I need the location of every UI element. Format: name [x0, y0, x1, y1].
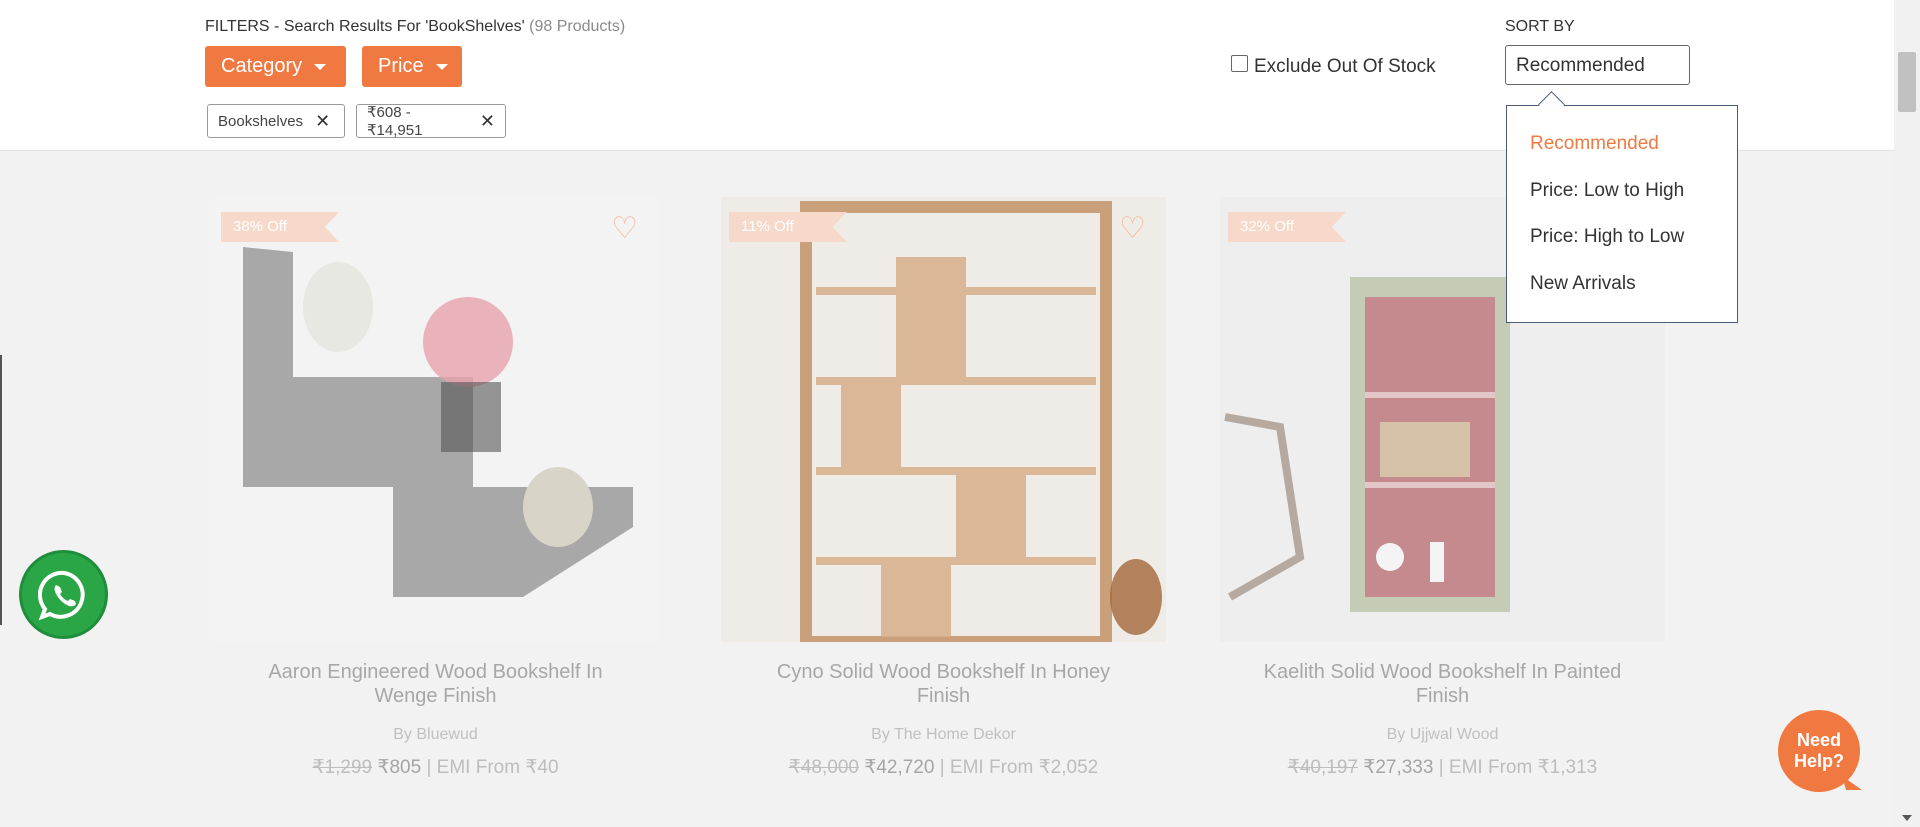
- discount-badge: 38% Off: [221, 212, 339, 242]
- product-name[interactable]: Aaron Engineered Wood Bookshelf In Wenge…: [213, 660, 658, 708]
- product-emi: | EMI From ₹2,052: [939, 757, 1099, 778]
- product-image[interactable]: 38% Off ♡: [213, 197, 658, 642]
- help-bubble-icon: Need Help?: [1794, 730, 1844, 772]
- sort-option-recommended[interactable]: Recommended: [1530, 133, 1659, 155]
- filter-chip-label: ₹608 - ₹14,951: [367, 104, 423, 139]
- need-help-button[interactable]: Need Help?: [1778, 710, 1860, 792]
- heart-icon[interactable]: ♡: [1119, 211, 1146, 246]
- product-price: ₹40,197 ₹27,333 | EMI From ₹1,313: [1220, 756, 1665, 779]
- scrollbar-thumb[interactable]: [1898, 52, 1916, 112]
- caret-down-icon: [435, 63, 448, 70]
- exclude-out-of-stock-label[interactable]: Exclude Out Of Stock: [1254, 56, 1436, 78]
- product-image[interactable]: 11% Off ♡: [721, 197, 1166, 642]
- sort-dropdown-menu: Recommended Price: Low to High Price: Hi…: [1506, 105, 1738, 323]
- exclude-out-of-stock[interactable]: Exclude Out Of Stock: [1231, 54, 1436, 78]
- category-filter-label: Category: [221, 55, 303, 77]
- discount-badge: 11% Off: [729, 212, 847, 242]
- product-mrp: ₹1,299: [312, 757, 373, 778]
- product-emi: | EMI From ₹1,313: [1438, 757, 1598, 778]
- sort-select[interactable]: Recommended: [1505, 45, 1690, 85]
- filter-chip-price: ₹608 - ₹14,951 ✕: [356, 104, 506, 139]
- side-tab-edge: [0, 355, 2, 625]
- whatsapp-icon: [37, 570, 85, 620]
- product-mrp: ₹40,197: [1287, 757, 1358, 778]
- sort-by-label: SORT BY: [1505, 18, 1575, 35]
- sort-option-new-arrivals[interactable]: New Arrivals: [1530, 273, 1636, 295]
- exclude-out-of-stock-checkbox[interactable]: [1231, 54, 1248, 72]
- sort-option-price-high-low[interactable]: Price: High to Low: [1530, 226, 1684, 248]
- product-card[interactable]: 38% Off ♡ Aaron Engineered Wood Bookshel…: [213, 197, 658, 779]
- close-icon[interactable]: ✕: [315, 111, 330, 132]
- product-sale-price: ₹27,333: [1363, 757, 1434, 778]
- category-filter-button[interactable]: Category: [205, 46, 346, 87]
- vertical-scrollbar[interactable]: [1894, 0, 1920, 827]
- filter-title-text: FILTERS - Search Results For 'BookShelve…: [205, 18, 525, 35]
- product-brand: By Bluewud: [393, 726, 478, 743]
- product-brand: By The Home Dekor: [871, 726, 1016, 743]
- price-filter-label: Price: [378, 55, 424, 77]
- product-name[interactable]: Cyno Solid Wood Bookshelf In Honey Finis…: [721, 660, 1166, 708]
- discount-badge: 32% Off: [1228, 212, 1346, 242]
- filter-title: FILTERS - Search Results For 'BookShelve…: [205, 18, 625, 36]
- filter-chip-label: Bookshelves: [218, 112, 304, 130]
- help-line-2: Help?: [1793, 751, 1844, 771]
- close-icon[interactable]: ✕: [480, 111, 495, 132]
- product-price: ₹48,000 ₹42,720 | EMI From ₹2,052: [721, 756, 1166, 779]
- caret-down-icon: [314, 63, 327, 70]
- result-count: (98 Products): [529, 18, 626, 35]
- heart-icon[interactable]: ♡: [611, 211, 638, 246]
- product-name[interactable]: Kaelith Solid Wood Bookshelf In Painted …: [1220, 660, 1665, 708]
- product-emi: | EMI From ₹40: [426, 757, 559, 778]
- sort-option-price-low-high[interactable]: Price: Low to High: [1530, 180, 1684, 202]
- price-filter-button[interactable]: Price: [362, 46, 462, 87]
- product-sale-price: ₹805: [377, 757, 422, 778]
- product-brand: By Ujjwal Wood: [1386, 726, 1499, 743]
- filter-chip-category: Bookshelves ✕: [207, 104, 345, 138]
- help-line-1: Need: [1796, 730, 1841, 750]
- product-sale-price: ₹42,720: [864, 757, 935, 778]
- product-mrp: ₹48,000: [788, 757, 859, 778]
- scroll-down-arrow[interactable]: [1902, 815, 1912, 821]
- whatsapp-button[interactable]: [19, 550, 108, 639]
- product-price: ₹1,299 ₹805 | EMI From ₹40: [213, 756, 658, 779]
- product-card[interactable]: 11% Off ♡ Cyno Solid Wood Bookshelf In H…: [721, 197, 1166, 779]
